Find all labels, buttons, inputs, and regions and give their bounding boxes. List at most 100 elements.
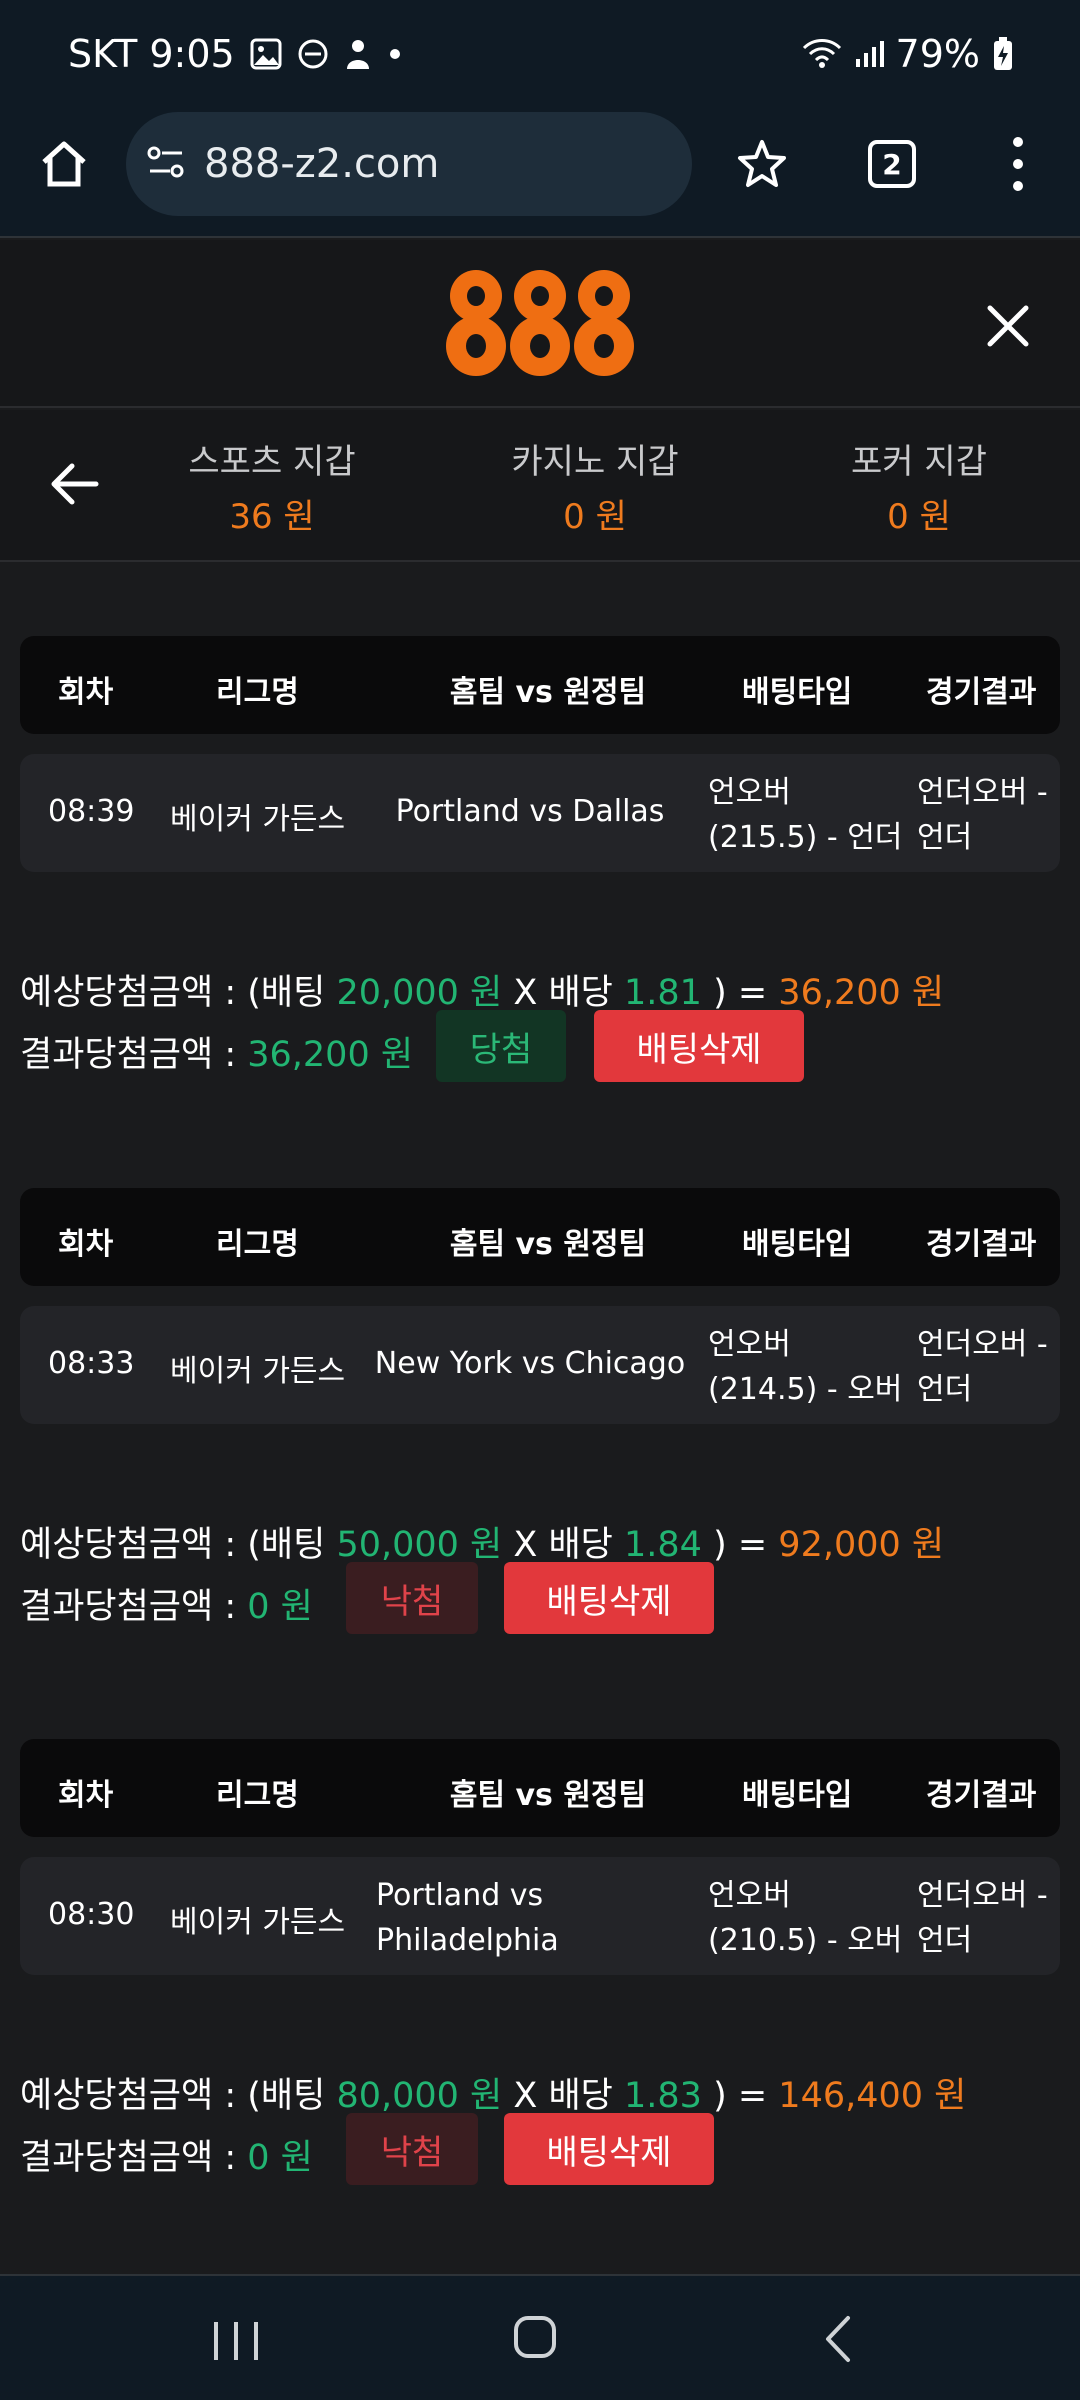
- wallet-value: 0 원: [887, 497, 951, 537]
- result-line2: 언더: [917, 820, 973, 855]
- do-not-disturb-icon: [297, 38, 329, 70]
- wallet-sports: 스포츠 지갑 36 원: [142, 434, 402, 538]
- bet-type-line1: 언오버: [708, 1327, 791, 1362]
- home-nav-icon[interactable]: [510, 2312, 560, 2362]
- result-amount: 36,200 원: [247, 1035, 414, 1075]
- bet-type: 언오버 (215.5) - 언더: [708, 770, 902, 860]
- expected-amount: 146,400 원: [778, 2076, 967, 2116]
- odds-label: X 배당: [502, 973, 624, 1013]
- battery-percent: 79%: [895, 32, 980, 76]
- tab-switcher-button[interactable]: 2: [868, 140, 916, 188]
- wallet-value: 0 원: [563, 497, 627, 537]
- more-menu-icon[interactable]: [1000, 132, 1036, 196]
- result-line1: 언더오버 -: [917, 775, 1048, 810]
- wallet-label: 스포츠 지갑: [188, 442, 356, 482]
- league-name: 베이커 가든스: [170, 802, 346, 837]
- result-line2: 언더: [917, 1372, 973, 1407]
- wallet-label: 카지노 지갑: [511, 442, 679, 482]
- back-nav-icon[interactable]: [818, 2312, 858, 2366]
- bet-type-line1: 언오버: [708, 1878, 791, 1913]
- logo-888[interactable]: [444, 266, 636, 378]
- battery-charging-icon: [992, 36, 1014, 72]
- close-icon[interactable]: [980, 298, 1036, 354]
- header-bet-type: 배팅타입: [742, 1778, 853, 1813]
- bet-type: 언오버 (214.5) - 오버: [708, 1322, 902, 1412]
- bet-table-header: 회차 리그명 홈팀 vs 원정팀 배팅타입 경기결과: [20, 1188, 1060, 1286]
- bet-table-header: 회차 리그명 홈팀 vs 원정팀 배팅타입 경기결과: [20, 1739, 1060, 1837]
- result-line1: 언더오버 -: [917, 1327, 1048, 1362]
- bet-type-line2: (214.5) - 오버: [708, 1372, 903, 1407]
- expected-winnings: 예상당첨금액 : (배팅 50,000 원 X 배당 1.84 ) = 92,0…: [20, 1516, 944, 1567]
- result-label: 결과당첨금액 :: [20, 1035, 248, 1075]
- header-match: 홈팀 vs 원정팀: [449, 675, 647, 710]
- back-arrow-icon[interactable]: [46, 454, 106, 514]
- bet-table-header: 회차 리그명 홈팀 vs 원정팀 배팅타입 경기결과: [20, 636, 1060, 734]
- header-bet-type: 배팅타입: [742, 1227, 853, 1262]
- delete-bet-button[interactable]: 배팅삭제: [504, 1562, 714, 1634]
- result-label: 결과당첨금액 :: [20, 1587, 248, 1627]
- bet-row: 08:30 베이커 가든스 Portland vs Philadelphia 언오…: [20, 1857, 1060, 1975]
- odds-value: 1.81: [624, 973, 702, 1013]
- stake-amount: 20,000 원: [336, 973, 503, 1013]
- site-settings-icon[interactable]: [146, 144, 186, 184]
- address-bar[interactable]: 888-z2.com: [126, 112, 692, 216]
- status-badge-win: 당첨: [436, 1010, 566, 1082]
- match-teams: Portland vs Philadelphia: [376, 1873, 676, 1963]
- status-bar: SKT 9:05 79%: [0, 0, 1080, 108]
- url-text: 888-z2.com: [204, 141, 440, 187]
- expected-winnings: 예상당첨금액 : (배팅 80,000 원 X 배당 1.83 ) = 146,…: [20, 2067, 966, 2118]
- delete-bet-button[interactable]: 배팅삭제: [594, 1010, 804, 1082]
- site-header: [0, 240, 1080, 408]
- odds-value: 1.83: [624, 2076, 702, 2116]
- wallet-casino: 카지노 지갑 0 원: [465, 434, 725, 538]
- gallery-icon: [249, 37, 283, 71]
- expected-winnings: 예상당첨금액 : (배팅 20,000 원 X 배당 1.81 ) = 36,2…: [20, 964, 944, 1015]
- header-result: 경기결과: [926, 1227, 1037, 1262]
- expected-amount: 92,000 원: [778, 1525, 945, 1565]
- status-badge-lose: 낙첨: [346, 2113, 478, 2185]
- round-time: 08:39: [48, 794, 135, 829]
- result-amount: 0 원: [247, 1587, 313, 1627]
- status-badge-lose: 낙첨: [346, 1562, 478, 1634]
- header-round: 회차: [58, 1227, 114, 1262]
- header-match: 홈팀 vs 원정팀: [449, 1778, 647, 1813]
- result-winnings: 결과당첨금액 : 0 원: [20, 2129, 313, 2180]
- recent-apps-icon[interactable]: [206, 2316, 266, 2366]
- result-winnings: 결과당첨금액 : 0 원: [20, 1578, 313, 1629]
- more-notifications-dot-icon: [387, 46, 403, 62]
- equals-sign: ) =: [701, 2076, 779, 2116]
- header-result: 경기결과: [926, 1778, 1037, 1813]
- header-match: 홈팀 vs 원정팀: [449, 1227, 647, 1262]
- bookmark-star-icon[interactable]: [734, 136, 790, 192]
- result-line2: 언더: [917, 1923, 973, 1958]
- expected-label: 예상당첨금액 : (배팅: [20, 2076, 337, 2116]
- browser-toolbar: 888-z2.com 2: [0, 108, 1080, 238]
- delete-bet-button[interactable]: 배팅삭제: [504, 2113, 714, 2185]
- odds-label: X 배당: [502, 1525, 624, 1565]
- result-amount: 0 원: [247, 2138, 313, 2178]
- bet-row: 08:33 베이커 가든스 New York vs Chicago 언오버 (21…: [20, 1306, 1060, 1424]
- header-league: 리그명: [216, 1778, 299, 1813]
- system-navigation-bar: [0, 2274, 1080, 2400]
- expected-label: 예상당첨금액 : (배팅: [20, 973, 337, 1013]
- odds-value: 1.84: [624, 1525, 702, 1565]
- game-result: 언더오버 - 언더: [917, 1322, 1048, 1412]
- stake-amount: 80,000 원: [336, 2076, 503, 2116]
- bet-type-line2: (215.5) - 언더: [708, 820, 903, 855]
- bet-type-line2: (210.5) - 오버: [708, 1923, 903, 1958]
- header-bet-type: 배팅타입: [742, 675, 853, 710]
- expected-amount: 36,200 원: [778, 973, 945, 1013]
- match-line1: Portland vs: [376, 1878, 544, 1913]
- result-winnings: 결과당첨금액 : 36,200 원: [20, 1026, 413, 1077]
- header-league: 리그명: [216, 1227, 299, 1262]
- header-round: 회차: [58, 675, 114, 710]
- expected-label: 예상당첨금액 : (배팅: [20, 1525, 337, 1565]
- carrier-time: SKT 9:05: [68, 32, 235, 76]
- app-notification-icon: [343, 37, 373, 71]
- equals-sign: ) =: [701, 973, 779, 1013]
- header-result: 경기결과: [926, 675, 1037, 710]
- match-teams: Portland vs Dallas: [395, 794, 665, 829]
- result-label: 결과당첨금액 :: [20, 2138, 248, 2178]
- stake-amount: 50,000 원: [336, 1525, 503, 1565]
- home-icon[interactable]: [36, 136, 92, 192]
